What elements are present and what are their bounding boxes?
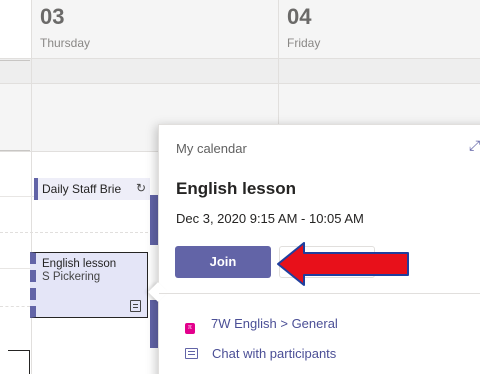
notes-icon: [130, 300, 141, 312]
all-day-band: [0, 58, 480, 84]
event-title: Daily Staff Brie: [42, 182, 122, 196]
hour-mark: [0, 150, 30, 151]
day-header-thursday[interactable]: 03 Thursday: [32, 0, 278, 58]
event-title: English lesson: [176, 179, 296, 198]
chat-icon: [185, 348, 198, 359]
popup-beak: [148, 282, 168, 302]
red-arrow-annotation: [277, 242, 409, 286]
event-bar[interactable]: [150, 300, 158, 348]
day-header-friday[interactable]: 04 Friday: [279, 0, 480, 58]
grid-line: [0, 232, 158, 233]
day-number: 03: [40, 4, 65, 29]
event-stub[interactable]: [8, 350, 30, 374]
event-time: Dec 3, 2020 9:15 AM - 10:05 AM: [176, 211, 364, 226]
channel-icon: π: [185, 323, 195, 334]
divider: [159, 293, 480, 294]
event-bar[interactable]: [150, 195, 158, 245]
event-title: English lesson: [42, 258, 117, 270]
event-organizer: S Pickering: [42, 271, 101, 283]
grid-line: [0, 268, 30, 269]
day-name: Friday: [287, 36, 321, 50]
channel-text: 7W English > General: [211, 316, 338, 331]
expand-icon[interactable]: ⤢: [469, 137, 480, 154]
hour-mark: [0, 60, 30, 61]
join-button[interactable]: Join: [175, 246, 271, 278]
channel-link[interactable]: π 7W English > General: [185, 315, 338, 334]
event-daily-staff-brief[interactable]: Daily Staff Brie ↻: [34, 178, 150, 200]
event-english-lesson[interactable]: English lesson S Pickering: [30, 252, 148, 318]
chat-text: Chat with participants: [212, 346, 337, 361]
grid-line: [0, 306, 30, 307]
sync-icon: ↻: [135, 181, 146, 195]
grid-divider: [278, 0, 279, 124]
day-name: Thursday: [40, 36, 91, 50]
chat-with-participants-link[interactable]: Chat with participants: [185, 345, 336, 363]
calendar-source: My calendar: [176, 141, 247, 156]
day-number: 04: [287, 4, 312, 29]
